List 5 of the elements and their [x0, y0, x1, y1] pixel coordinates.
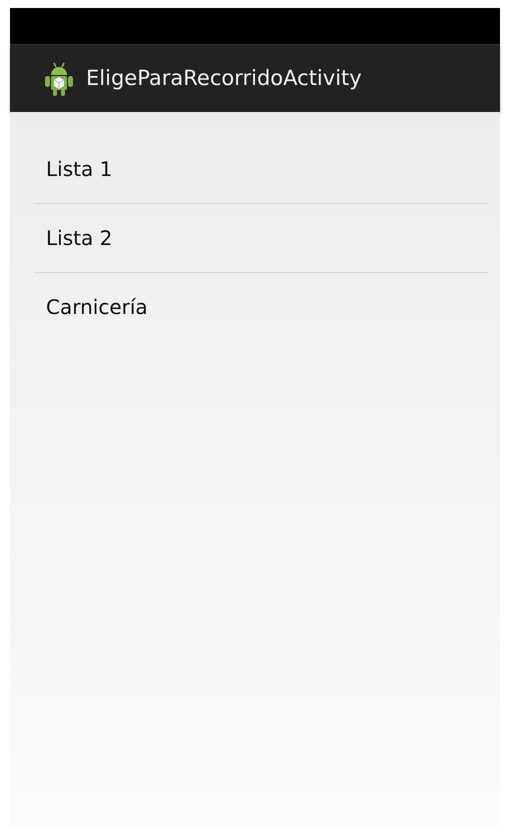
list-item[interactable]: Lista 1: [34, 154, 112, 184]
list-item[interactable]: Lista 2: [34, 223, 112, 253]
list-item[interactable]: Carnicería: [34, 292, 148, 322]
robot-icon: [44, 60, 74, 96]
screen-title: EligeParaRecorridoActivity: [86, 64, 362, 92]
